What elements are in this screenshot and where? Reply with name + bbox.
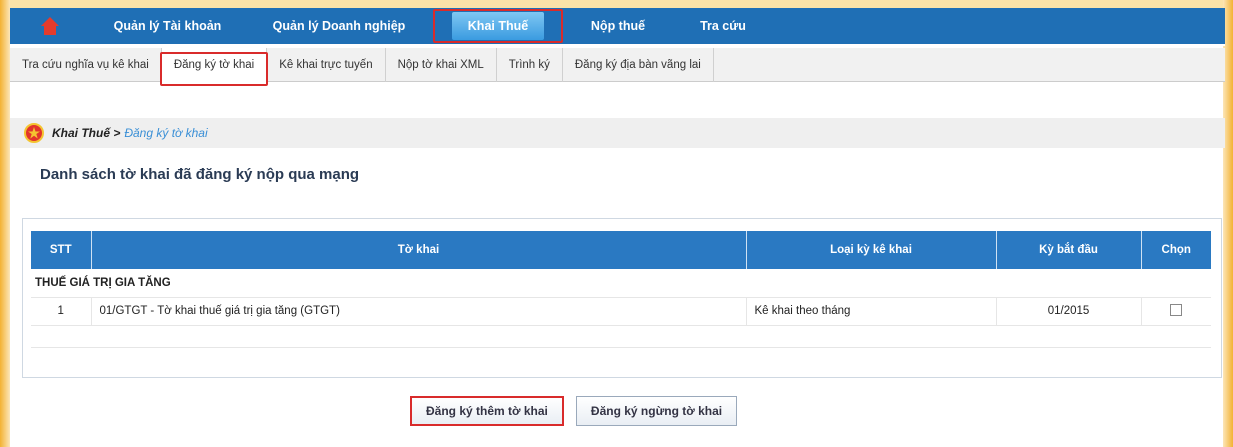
subnav-item-transient-area[interactable]: Đăng ký địa bàn vãng lai [563,47,714,82]
subnav-item-submit-xml[interactable]: Nộp tờ khai XML [386,47,497,82]
home-button[interactable] [10,7,90,45]
column-header-period-type: Loại kỳ kê khai [746,231,997,269]
top-navigation: Quản lý Tài khoản Quản lý Doanh nghiệp K… [10,8,1225,46]
table-empty-row [31,325,1211,348]
breadcrumb-root[interactable]: Khai Thuế > [52,126,120,140]
group-label: THUẾ GIÁ TRỊ GIA TĂNG [31,269,1211,298]
select-checkbox[interactable] [1170,303,1183,316]
sub-navigation: Tra cứu nghĩa vụ kê khai Đăng ký tờ khai… [10,47,1225,86]
home-icon [41,17,59,35]
subnav-item-obligation-lookup[interactable]: Tra cứu nghĩa vụ kê khai [10,47,162,82]
nav-item-account[interactable]: Quản lý Tài khoản [90,7,245,45]
row-start-period: 01/2015 [996,297,1142,326]
row-stt: 1 [31,297,92,326]
declaration-table-panel: STT Tờ khai Loại kỳ kê khai Kỳ bắt đầu C… [22,218,1222,378]
emblem-icon [24,123,44,143]
subnav-item-register-declaration[interactable]: Đăng ký tờ khai [159,47,269,86]
breadcrumb: Khai Thuế > Đăng ký tờ khai [10,118,1225,148]
declaration-table: STT Tờ khai Loại kỳ kê khai Kỳ bắt đầu C… [31,231,1211,348]
nav-item-tax-payment[interactable]: Nộp thuế [563,7,673,45]
nav-item-tax-declaration[interactable]: Khai Thuế [433,7,563,45]
table-header-row: STT Tờ khai Loại kỳ kê khai Kỳ bắt đầu C… [31,231,1211,269]
column-header-start-period: Kỳ bắt đầu [996,231,1142,269]
page-frame-left [0,0,10,447]
register-more-button[interactable]: Đăng ký thêm tờ khai [410,396,564,426]
breadcrumb-current[interactable]: Đăng ký tờ khai [124,126,207,140]
column-header-select: Chọn [1141,231,1211,269]
stop-registration-button[interactable]: Đăng ký ngừng tờ khai [575,396,738,426]
action-buttons: Đăng ký thêm tờ khai Đăng ký ngừng tờ kh… [410,396,738,426]
table-group-row: THUẾ GIÁ TRỊ GIA TĂNG [31,269,1211,298]
nav-item-business[interactable]: Quản lý Doanh nghiệp [245,7,433,45]
row-declaration-name: 01/GTGT - Tờ khai thuế giá trị gia tăng … [91,297,747,326]
subnav-item-online-declaration[interactable]: Kê khai trực tuyến [267,47,386,82]
row-select-cell [1141,297,1211,326]
column-header-stt: STT [31,231,92,269]
nav-item-lookup[interactable]: Tra cứu [673,7,773,45]
row-period-type: Kê khai theo tháng [746,297,997,326]
page-title: Danh sách tờ khai đã đăng ký nộp qua mạn… [40,166,360,183]
table-row: 1 01/GTGT - Tờ khai thuế giá trị gia tăn… [31,297,1211,326]
subnav-item-sign[interactable]: Trình ký [497,47,563,82]
column-header-declaration: Tờ khai [91,231,747,269]
